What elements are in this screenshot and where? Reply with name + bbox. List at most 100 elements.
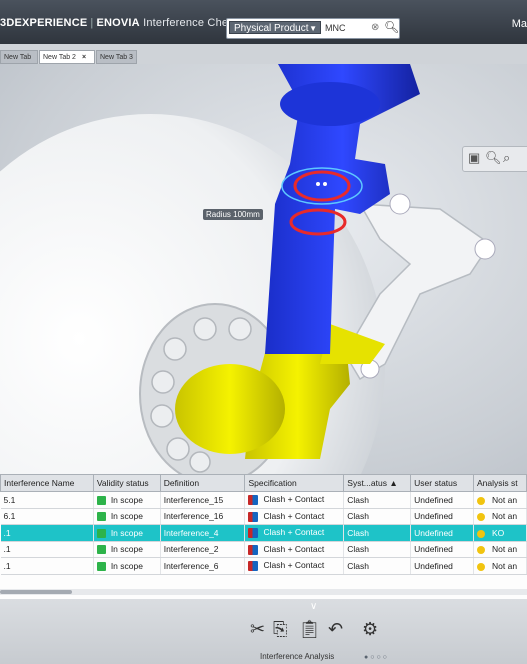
user-name[interactable]: Ma — [512, 18, 527, 30]
undo-icon[interactable]: ↶ — [328, 619, 343, 640]
scissors-icon[interactable]: ✂ — [250, 619, 265, 640]
tab-bar: New Tab 1 New Tab 2 × New Tab 3 — [0, 50, 527, 75]
cell-text: In scope — [110, 560, 143, 571]
cell-text: Not an — [492, 544, 518, 555]
column-header[interactable]: Interference Name — [0, 474, 94, 492]
table-row[interactable]: .1 In scope Interference_2 Clash + Conta… — [0, 541, 527, 558]
column-header[interactable]: Validity status — [92, 474, 161, 492]
close-icon[interactable]: × — [82, 54, 86, 61]
cube-icon[interactable]: ▣ — [468, 150, 480, 166]
cell-system: Clash — [343, 557, 412, 575]
action-bar-label: Interference Analysis — [260, 652, 335, 661]
analysis-icon — [477, 529, 485, 538]
copy-icon[interactable]: ⎘ — [273, 619, 287, 640]
cell-definition: Interference_6 — [160, 557, 246, 575]
cell-definition: Interference_16 — [160, 508, 246, 525]
column-header[interactable]: Definition — [159, 474, 246, 492]
in-scope-icon — [96, 528, 106, 538]
search-input[interactable]: MNC — [325, 23, 346, 33]
search-icon[interactable]: 🔍︎ — [384, 20, 399, 34]
cell-definition: Interference_15 — [160, 491, 246, 509]
analysis-icon — [477, 562, 485, 571]
column-header[interactable]: Syst...atus ▲ — [343, 474, 412, 492]
brand-separator: | — [90, 17, 94, 29]
spec-icon — [248, 561, 259, 572]
column-header[interactable]: User status — [410, 474, 474, 492]
chevron-down-icon: ▼ — [309, 24, 317, 33]
table-row[interactable]: 6.1 In scope Interference_16 Clash + Con… — [0, 508, 527, 525]
tab-new-tab-3[interactable]: New Tab 3 — [96, 50, 137, 64]
analysis-icon — [477, 546, 485, 554]
chevron-down-icon[interactable]: ∨ — [310, 601, 317, 612]
table-row[interactable]: 5.1 In scope Interference_15 Clash + Con… — [0, 491, 527, 509]
cell-text: Clash + Contact — [263, 543, 325, 554]
cell-system: Clash — [343, 508, 412, 525]
cell-analysis: Not an — [473, 557, 527, 575]
cell-validity: In scope — [93, 541, 161, 558]
action-bar: ∨ ✂ ⎘ 📋︎ ↶ ⚙ Interference Analysis ●○○○ — [0, 599, 527, 664]
spec-icon — [248, 544, 259, 555]
cell-definition: Interference_4 — [160, 524, 246, 542]
analysis-icon[interactable]: ⚙ — [362, 619, 378, 640]
cell-text: KO — [492, 527, 505, 538]
search-icon[interactable]: 🔍︎ — [485, 150, 502, 166]
zoom-icon[interactable]: ⌕ — [503, 150, 510, 166]
top-bar: 3DEXPERIENCE | ENOVIA Interference Check P… — [0, 0, 527, 44]
cell-system: Clash — [343, 541, 412, 558]
table-row-selected[interactable]: .1 In scope Interference_4 Clash + Conta… — [0, 524, 527, 542]
clear-search-icon[interactable]: ⊗ — [371, 22, 379, 33]
cell-text: Not an — [492, 494, 518, 505]
landing-gear-model — [0, 64, 496, 474]
cell-text: In scope — [110, 494, 143, 505]
spec-icon — [248, 511, 259, 522]
in-scope-icon — [96, 512, 106, 522]
cell-validity: In scope — [93, 557, 161, 575]
table-row[interactable]: .1 In scope Interference_6 Clash + Conta… — [0, 557, 527, 575]
cell-analysis: Not an — [473, 508, 527, 525]
cell-text: Clash + Contact — [263, 510, 325, 521]
interference-grid: Interference Name Validity status Defini… — [0, 474, 527, 599]
link-pin-shape — [474, 238, 496, 260]
cell-name: .1 — [0, 541, 94, 558]
search-scope-select[interactable]: Physical Product ▼ — [229, 21, 321, 34]
scrollbar-thumb[interactable] — [0, 590, 72, 594]
cell-user: Undefined — [410, 491, 474, 509]
column-header[interactable]: Specification — [244, 474, 345, 492]
spec-icon — [248, 495, 259, 506]
cell-user: Undefined — [410, 508, 474, 525]
cell-text: Clash + Contact — [263, 494, 325, 505]
cell-definition: Interference_2 — [160, 541, 246, 558]
cell-spec: Clash + Contact — [244, 557, 345, 575]
cell-name: .1 — [0, 557, 94, 575]
radius-label: Radius 100mm — [203, 209, 263, 220]
cell-text: Not an — [492, 560, 518, 571]
in-scope-icon — [96, 561, 106, 571]
cell-user: Undefined — [410, 524, 474, 542]
interference-table: Interference Name Validity status Defini… — [0, 474, 527, 575]
view-toolbar[interactable]: ▣ 🔍︎ ⌕ — [462, 146, 527, 172]
tab-new-tab-2[interactable]: New Tab 2 × — [39, 50, 95, 64]
section-dots[interactable]: ●○○○ — [364, 654, 389, 661]
tab-label: New Tab 3 — [100, 54, 133, 61]
cell-analysis: Not an — [473, 541, 527, 558]
search-box[interactable]: Physical Product ▼ MNC ⊗ 🔍︎ — [226, 18, 400, 39]
paste-icon[interactable]: 📋︎ — [298, 619, 321, 640]
cell-text: In scope — [110, 544, 143, 555]
cell-spec: Clash + Contact — [244, 524, 345, 542]
analysis-icon — [477, 496, 485, 505]
cell-text: In scope — [110, 511, 143, 522]
cell-user: Undefined — [410, 557, 474, 575]
tab-new-tab-1[interactable]: New Tab 1 — [0, 50, 38, 75]
blue-collar-shape — [280, 82, 380, 126]
cell-name: 5.1 — [0, 491, 94, 509]
cell-user: Undefined — [410, 541, 474, 558]
column-header[interactable]: Analysis st — [473, 474, 527, 492]
cell-validity: In scope — [93, 491, 161, 509]
3d-viewport[interactable]: Radius 100mm ▣ 🔍︎ ⌕ — [0, 64, 527, 474]
cell-text: In scope — [110, 527, 143, 538]
cell-text: Not an — [492, 511, 518, 522]
horizontal-scrollbar[interactable] — [0, 589, 527, 595]
in-scope-icon — [96, 495, 106, 505]
cell-system: Clash — [343, 524, 412, 542]
cell-validity: In scope — [93, 508, 161, 525]
